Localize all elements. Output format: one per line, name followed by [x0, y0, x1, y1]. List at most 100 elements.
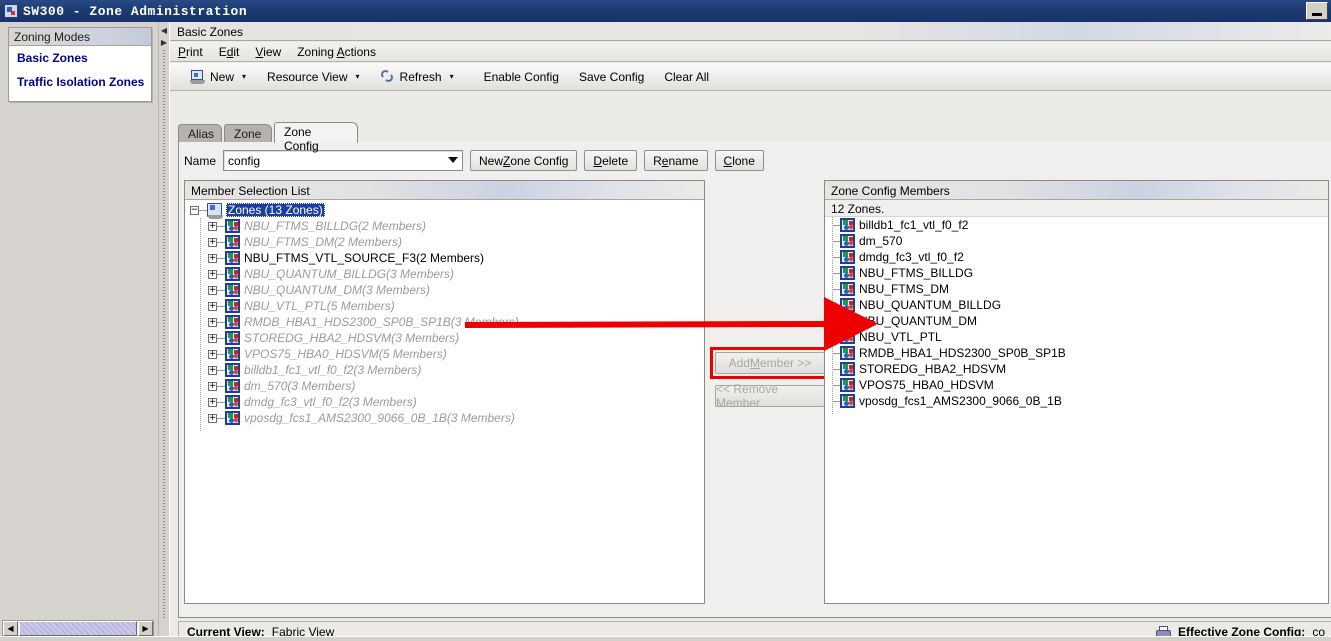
list-item[interactable]: NBU_FTMS_BILLDG — [825, 265, 1328, 281]
save-config-button[interactable]: Save Config — [569, 66, 654, 88]
tab-zone[interactable]: Zone — [224, 124, 272, 143]
tree-item[interactable]: + VPOS75_HBA0_HDSVM(5 Members) — [185, 346, 704, 362]
tree-item[interactable]: + RMDB_HBA1_HDS2300_SP0B_SP1B(3 Members) — [185, 314, 704, 330]
enable-config-button[interactable]: Enable Config — [474, 66, 569, 88]
tree-item[interactable]: + NBU_QUANTUM_BILLDG(3 Members) — [185, 266, 704, 282]
window-bottom-edge — [0, 636, 1331, 641]
tree-expand-toggle[interactable]: + — [208, 285, 217, 295]
zone-icon — [840, 362, 855, 376]
remove-member-button[interactable]: << Remove Member — [715, 382, 825, 410]
tree-item[interactable]: + dmdg_fc3_vtl_f0_f2(3 Members) — [185, 394, 704, 410]
window-title: SW300 - Zone Administration — [23, 3, 248, 19]
new-dropdown-icon[interactable]: ▾ — [242, 72, 246, 81]
tree-elbow — [217, 337, 225, 339]
main-panel: Basic Zones Print Edit View Zoning Actio… — [169, 22, 1331, 641]
list-item[interactable]: vposdg_fcs1_AMS2300_9066_0B_1B — [825, 393, 1328, 409]
clone-rest: lone — [732, 153, 755, 168]
tab-alias[interactable]: Alias — [178, 124, 222, 143]
menu-print[interactable]: Print — [178, 45, 203, 59]
list-item-label: vposdg_fcs1_AMS2300_9066_0B_1B — [859, 394, 1062, 408]
list-item[interactable]: dm_570 — [825, 233, 1328, 249]
tree-item-label: VPOS75_HBA0_HDSVM(5 Members) — [244, 347, 447, 361]
tree-root-node[interactable]: − Zones (13 Zones) — [185, 202, 704, 219]
tree-item[interactable]: + NBU_FTMS_BILLDG(2 Members) — [185, 218, 704, 234]
refresh-label: Refresh — [399, 69, 442, 84]
window-titlebar: SW300 - Zone Administration — [0, 0, 1331, 22]
tree-expand-toggle[interactable]: + — [208, 253, 217, 263]
split-pane-divider[interactable]: ◀ ▶ — [158, 22, 169, 641]
tree-expand-toggle[interactable]: + — [208, 221, 217, 231]
tree-expand-toggle[interactable]: + — [208, 381, 217, 391]
expand-right-icon[interactable]: ▶ — [160, 38, 168, 47]
sidebar-item-traffic-isolation-zones[interactable]: Traffic Isolation Zones — [9, 70, 151, 94]
tree-elbow — [217, 353, 225, 355]
tree-item[interactable]: + STOREDG_HBA2_HDSVM(3 Members) — [185, 330, 704, 346]
tree-expand-toggle[interactable]: + — [208, 349, 217, 359]
chevron-down-icon[interactable] — [448, 157, 459, 163]
delete-button[interactable]: Delete — [584, 150, 638, 171]
zone-config-members-count: 12 Zones. — [825, 200, 1328, 217]
new-zone-config-button[interactable]: New Zone Config — [470, 150, 578, 171]
tree-expand-toggle[interactable]: + — [208, 317, 217, 327]
sidebar-horizontal-scrollbar[interactable]: ◀ ▶ — [2, 620, 154, 637]
tree-expand-toggle[interactable]: + — [208, 413, 217, 423]
list-item-label: VPOS75_HBA0_HDSVM — [859, 378, 994, 392]
tree-expand-toggle[interactable]: − — [190, 205, 199, 215]
list-item[interactable]: NBU_QUANTUM_BILLDG — [825, 297, 1328, 313]
list-item[interactable]: NBU_VTL_PTL — [825, 329, 1328, 345]
resource-view-dropdown-icon[interactable]: ▾ — [356, 72, 360, 81]
tree-item[interactable]: + NBU_VTL_PTL(5 Members) — [185, 298, 704, 314]
zone-icon — [840, 218, 855, 232]
tree-expand-toggle[interactable]: + — [208, 397, 217, 407]
zone-config-members-tree[interactable]: billdb1_fc1_vtl_f0_f2 dm_570 dmdg_fc3_vtl_… — [825, 217, 1328, 602]
tree-expand-toggle[interactable]: + — [208, 237, 217, 247]
zone-icon — [225, 347, 240, 361]
menu-view[interactable]: View — [255, 45, 281, 59]
list-item[interactable]: RMDB_HBA1_HDS2300_SP0B_SP1B — [825, 345, 1328, 361]
tree-item[interactable]: + vposdg_fcs1_AMS2300_9066_0B_1B(3 Member… — [185, 410, 704, 426]
tree-expand-toggle[interactable]: + — [208, 269, 217, 279]
zone-config-members-header: Zone Config Members — [825, 181, 1328, 200]
tabstrip: Alias Zone Zone Config — [178, 122, 1331, 153]
menu-zoning-actions[interactable]: Zoning Actions — [297, 45, 376, 59]
clear-all-button[interactable]: Clear All — [654, 66, 719, 88]
add-member-button[interactable]: Add Member >> — [715, 352, 825, 374]
tree-item[interactable]: + billdb1_fc1_vtl_f0_f2(3 Members) — [185, 362, 704, 378]
sidebar-item-basic-zones[interactable]: Basic Zones — [9, 46, 151, 70]
list-item[interactable]: NBU_QUANTUM_DM — [825, 313, 1328, 329]
zone-icon — [225, 219, 240, 233]
root-zones-icon — [207, 203, 223, 219]
member-selection-tree[interactable]: − Zones (13 Zones) + NBU_FTMS_BILLDG(2 Me… — [185, 200, 704, 603]
tree-expand-toggle[interactable]: + — [208, 333, 217, 343]
list-item[interactable]: NBU_FTMS_DM — [825, 281, 1328, 297]
tree-elbow — [217, 417, 225, 419]
zone-config-members-list: Zone Config Members 12 Zones. billdb1_fc… — [824, 180, 1329, 604]
rename-button[interactable]: Re name — [644, 150, 708, 171]
new-button[interactable]: New ▾ — [180, 66, 256, 88]
zone-config-name-combobox[interactable]: config — [223, 150, 464, 171]
tree-expand-toggle[interactable]: + — [208, 365, 217, 375]
tree-elbow — [832, 320, 840, 322]
collapse-left-icon[interactable]: ◀ — [160, 26, 168, 35]
list-item[interactable]: STOREDG_HBA2_HDSVM — [825, 361, 1328, 377]
tree-item[interactable]: + dm_570(3 Members) — [185, 378, 704, 394]
zone-icon — [225, 411, 240, 425]
panel-title: Basic Zones — [170, 22, 1331, 41]
list-item[interactable]: dmdg_fc3_vtl_f0_f2 — [825, 249, 1328, 265]
clone-button[interactable]: Clone — [714, 150, 764, 171]
scroll-left-icon[interactable]: ◀ — [3, 621, 18, 636]
resource-view-button[interactable]: Resource View ▾ — [257, 66, 370, 88]
tree-item[interactable]: + NBU_QUANTUM_DM(3 Members) — [185, 282, 704, 298]
tab-zone-config[interactable]: Zone Config — [274, 122, 358, 153]
tree-expand-toggle[interactable]: + — [208, 301, 217, 311]
scroll-right-icon[interactable]: ▶ — [138, 621, 153, 636]
refresh-dropdown-icon[interactable]: ▾ — [450, 72, 454, 81]
list-item[interactable]: billdb1_fc1_vtl_f0_f2 — [825, 217, 1328, 233]
tree-item[interactable]: + NBU_FTMS_DM(2 Members) — [185, 234, 704, 250]
list-item[interactable]: VPOS75_HBA0_HDSVM — [825, 377, 1328, 393]
tree-item[interactable]: + NBU_FTMS_VTL_SOURCE_F3(2 Members) — [185, 250, 704, 266]
scrollbar-thumb[interactable] — [19, 621, 137, 636]
refresh-button[interactable]: Refresh ▾ — [371, 66, 464, 88]
minimize-button[interactable] — [1306, 2, 1328, 20]
menu-edit[interactable]: Edit — [219, 45, 240, 59]
